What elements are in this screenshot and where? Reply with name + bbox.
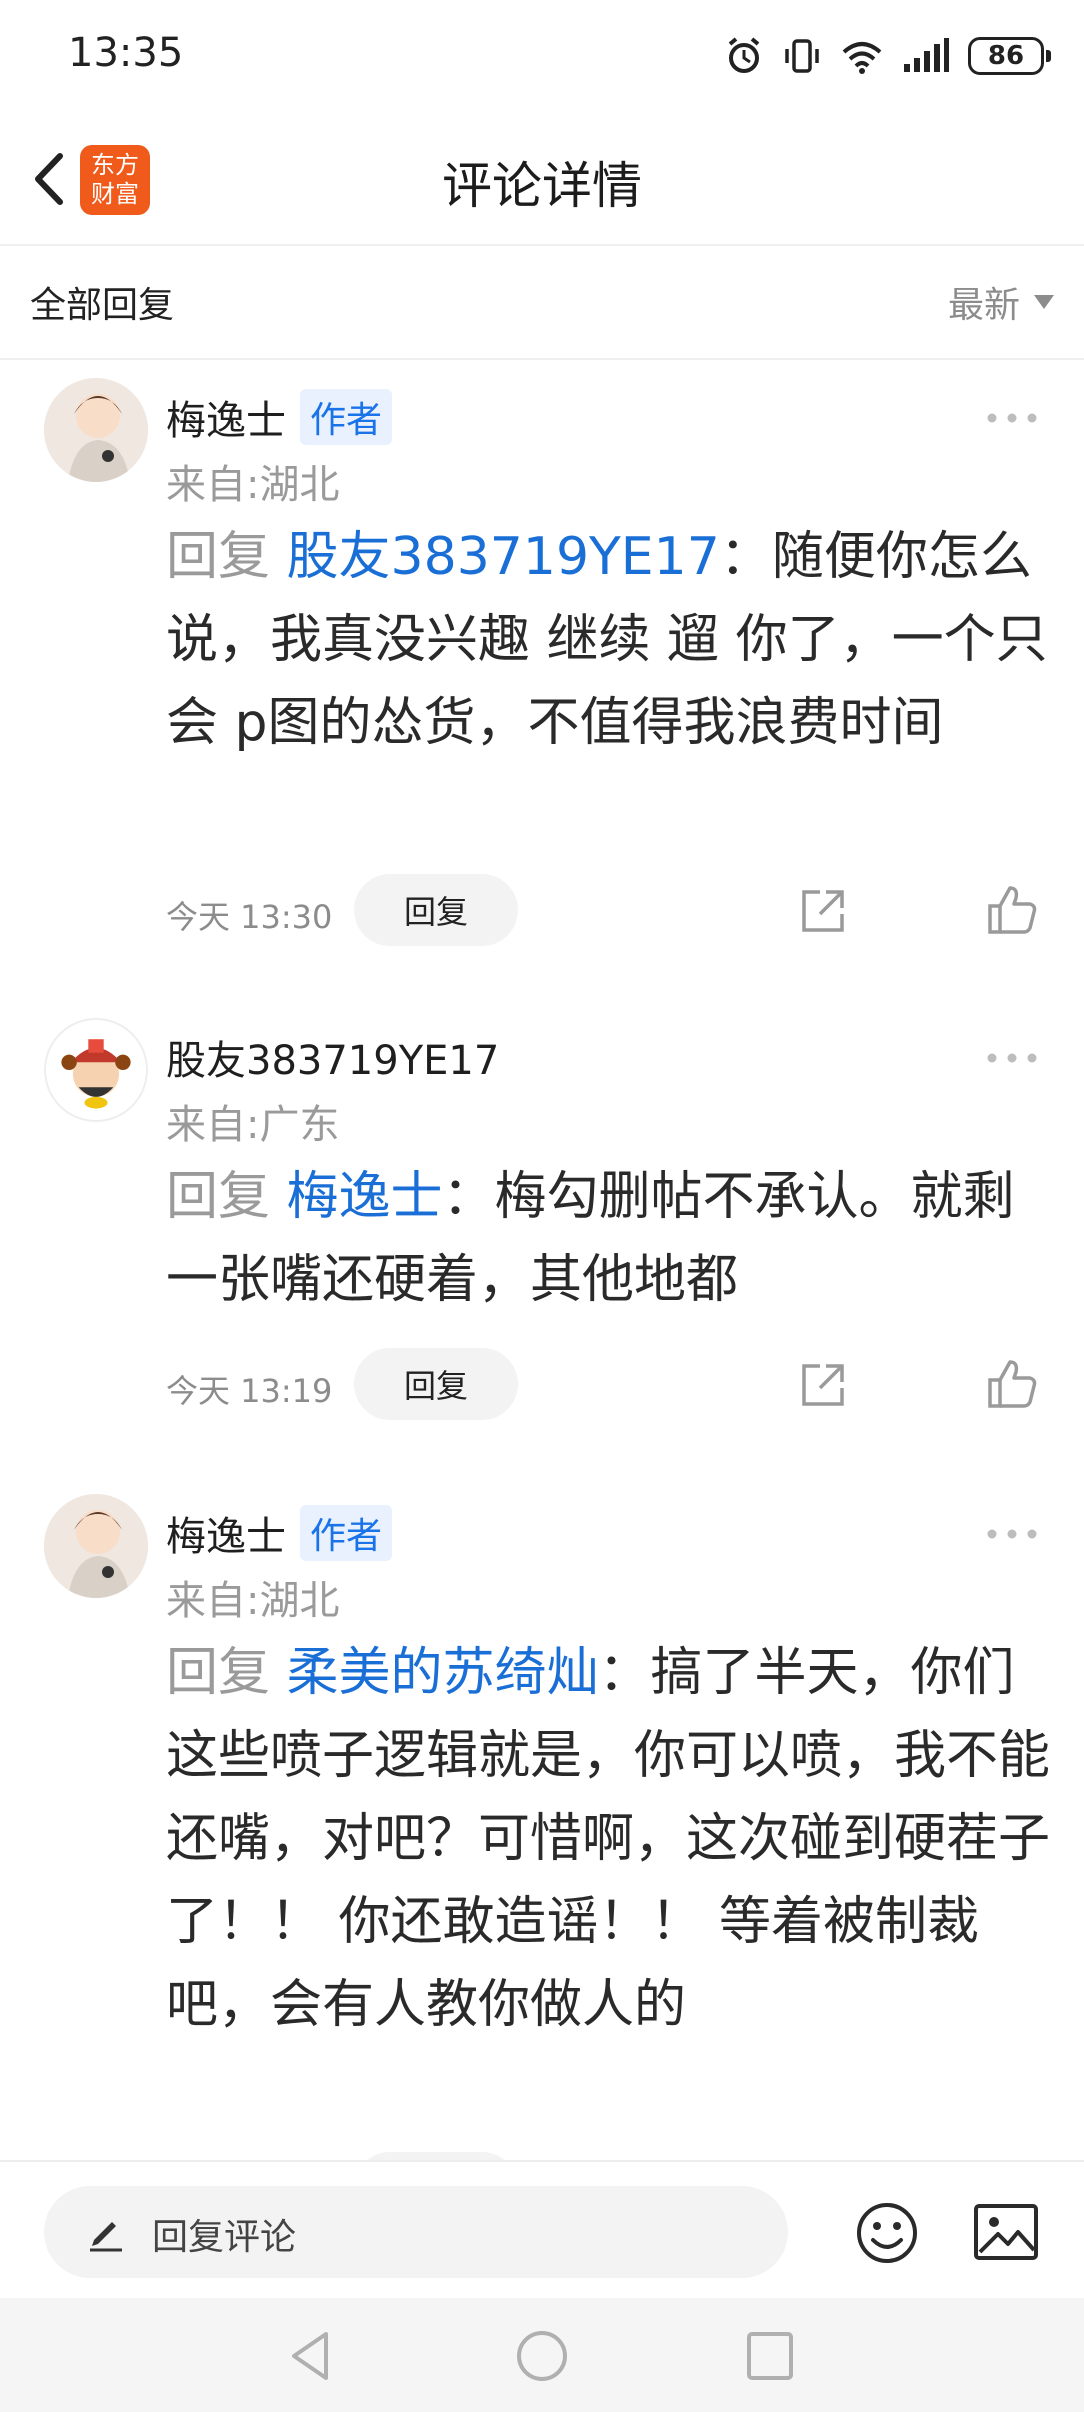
sort-label: 最新 [947, 285, 1020, 326]
comment-item: 梅逸士 作者 来自:湖北 回复 股友383719YE17：随便你怎么说，我真没兴… [0, 374, 1084, 994]
comment-list: 梅逸士 作者 来自:湖北 回复 股友383719YE17：随便你怎么说，我真没兴… [0, 360, 1084, 2160]
thumbs-up-icon[interactable] [984, 1356, 1040, 1412]
vibrate-icon [785, 39, 819, 73]
share-icon[interactable] [796, 1358, 850, 1412]
reply-input-bar: 回复评论 [0, 2160, 1084, 2300]
comment-item: 股友383719YE17 来自:广东 回复 梅逸士：梅勾删帖不承认。就剩一张嘴还… [0, 1014, 1084, 1474]
reply-placeholder: 回复评论 [152, 2217, 297, 2258]
author-badge: 作者 [300, 1505, 393, 1561]
reply-input[interactable]: 回复评论 [44, 2186, 788, 2278]
top-nav-bar: 东方财富 评论详情 [0, 110, 1084, 246]
comment-text: 回复 梅逸士：梅勾删帖不承认。就剩一张嘴还硬着，其他地都 [166, 1156, 1054, 1322]
mention-link[interactable]: 股友383719YE17 [287, 527, 720, 587]
reply-prefix: 回复 [166, 527, 287, 587]
more-dots-icon[interactable] [984, 408, 1040, 428]
thumbs-up-icon[interactable] [984, 882, 1040, 938]
more-dots-icon[interactable] [984, 1524, 1040, 1544]
avatar[interactable] [44, 378, 148, 482]
mention-link[interactable]: 柔美的苏绮灿 [287, 1643, 599, 1703]
author-row: 股友383719YE17 [166, 1028, 499, 1086]
nav-recents-icon[interactable] [744, 2328, 796, 2384]
comment-actions: 回复 [166, 2152, 1056, 2160]
author-badge: 作者 [300, 389, 393, 445]
page-title: 评论详情 [442, 157, 642, 215]
reply-prefix: 回复 [166, 1167, 287, 1227]
status-bar: 13:35 86 [0, 0, 1084, 110]
comment-item: 梅逸士 作者 来自:湖北 回复 柔美的苏绮灿：搞了半天，你们这些喷子逻辑就是，你… [0, 1490, 1084, 2160]
reply-prefix: 回复 [166, 1643, 287, 1703]
author-row: 梅逸士 作者 [166, 388, 393, 446]
nav-back-icon[interactable] [286, 2328, 336, 2384]
comment-actions: 今天 13:30 回复 [166, 874, 1056, 948]
share-icon[interactable] [796, 884, 850, 938]
comment-text: 回复 柔美的苏绮灿：搞了半天，你们这些喷子逻辑就是，你可以喷，我不能还嘴，对吧？… [166, 1632, 1054, 2047]
mention-link[interactable]: 梅逸士 [287, 1167, 443, 1227]
system-nav-bar [0, 2298, 1084, 2412]
author-name[interactable]: 梅逸士 [166, 1504, 286, 1562]
status-icons: 86 [724, 30, 1051, 82]
author-name[interactable]: 梅逸士 [166, 388, 286, 446]
chevron-down-icon [1034, 295, 1054, 309]
author-row: 梅逸士 作者 [166, 1504, 393, 1562]
reply-button[interactable]: 回复 [354, 874, 518, 946]
more-dots-icon[interactable] [984, 1048, 1040, 1068]
alarm-icon [728, 37, 760, 73]
location-text: 来自:湖北 [166, 1578, 340, 1624]
reply-button[interactable]: 回复 [354, 1348, 518, 1420]
signal-icon [904, 38, 949, 72]
filter-bar: 全部回复 最新 [0, 246, 1084, 360]
all-replies-label: 全部回复 [30, 285, 175, 326]
wifi-icon [842, 42, 882, 74]
comment-text: 回复 股友383719YE17：随便你怎么说，我真没兴趣 继续 遛 你了，一个只… [166, 516, 1054, 765]
pencil-icon [90, 2222, 122, 2252]
timestamp: 今天 13:19 [166, 1372, 333, 1410]
battery-indicator: 86 [968, 37, 1051, 75]
emoji-icon[interactable] [852, 2198, 922, 2268]
sort-dropdown[interactable]: 最新 [948, 276, 1054, 328]
status-time: 13:35 [68, 30, 184, 76]
author-name[interactable]: 股友383719YE17 [166, 1028, 499, 1086]
location-text: 来自:湖北 [166, 462, 340, 508]
reply-button[interactable]: 回复 [354, 2152, 518, 2160]
image-icon[interactable] [972, 2200, 1040, 2264]
location-text: 来自:广东 [166, 1102, 340, 1148]
nav-home-icon[interactable] [514, 2328, 570, 2384]
comment-actions: 今天 13:19 回复 [166, 1348, 1056, 1422]
avatar[interactable] [44, 1494, 148, 1598]
timestamp: 今天 13:30 [166, 898, 333, 936]
avatar[interactable] [44, 1018, 148, 1122]
